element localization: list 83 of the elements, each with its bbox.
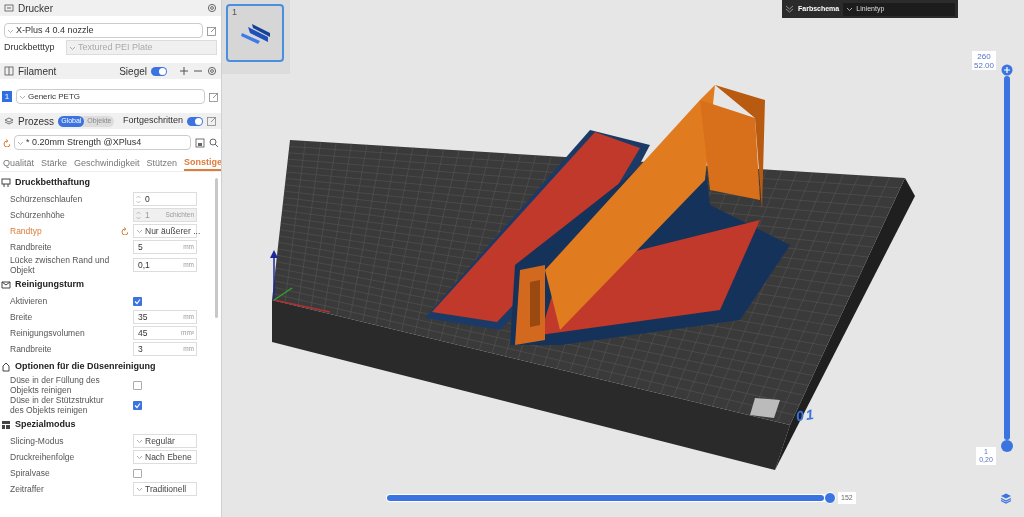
slider-handle[interactable]	[1001, 440, 1013, 452]
edit-icon[interactable]	[207, 25, 217, 36]
chevron-icon	[7, 27, 14, 34]
reset-icon[interactable]	[2, 138, 10, 147]
setting-label: Randbreite	[10, 242, 53, 252]
chevron-icon	[19, 93, 26, 100]
field-label: Druckbetttyp	[4, 40, 56, 54]
settings-icon[interactable]	[207, 3, 217, 13]
compare-icon[interactable]	[207, 116, 217, 126]
layer-label: 260 52.00	[972, 51, 996, 70]
setting-label: Randbreite	[10, 344, 53, 354]
setting-label: Druckreihenfolge	[10, 452, 76, 462]
section-title: Prozess	[18, 114, 55, 129]
chevron-icon	[136, 486, 143, 492]
parts-icon	[240, 23, 272, 45]
field-label: Fortgeschritten	[122, 114, 183, 128]
filament-dropdown[interactable]: Generic PETG	[16, 89, 205, 104]
save-icon[interactable]	[195, 137, 205, 148]
setting-label: Düse in der Stützstruktur des Objekts reinigen	[10, 395, 105, 415]
process-preset-dropdown[interactable]: * 0.20mm Strength @XPlus4	[14, 135, 191, 150]
search-icon[interactable]	[209, 137, 219, 148]
chevron-icon	[17, 139, 24, 146]
checkbox[interactable]	[133, 468, 142, 478]
setting-label: Spiralvase	[10, 468, 51, 478]
seal-toggle[interactable]	[151, 66, 167, 76]
slider-handle-icon[interactable]	[1001, 64, 1013, 76]
section-title: Drucker	[18, 1, 54, 16]
section-title: Filament	[18, 64, 58, 79]
printer-icon	[4, 3, 14, 13]
setting-label: Reinigungsvolumen	[10, 328, 86, 338]
dropdown[interactable]: Regulär	[133, 434, 197, 448]
filament-color-badge: 1	[2, 91, 12, 102]
reset-icon[interactable]	[120, 227, 128, 235]
collapse-icon[interactable]	[785, 5, 794, 13]
scrollbar[interactable]	[215, 178, 218, 318]
layer-slider[interactable]	[1004, 76, 1010, 440]
adhesion-icon	[1, 178, 11, 188]
field-label: Siegel	[119, 64, 147, 79]
setting-label: Zeitraffer	[10, 484, 45, 494]
checkbox[interactable]	[133, 400, 142, 410]
nozzle-icon	[1, 362, 11, 372]
section-title: Druckbetthaftung	[15, 176, 90, 190]
setting-label: Düse in der Füllung des Objekts reinigen	[10, 375, 101, 395]
dropdown[interactable]: Nach Ebene	[133, 450, 197, 464]
setting-label: Lücke zwischen Rand und Objekt	[10, 255, 111, 275]
slider-handle[interactable]	[824, 492, 836, 504]
move-slider[interactable]	[387, 495, 824, 501]
settings-icon[interactable]	[207, 66, 217, 76]
axes-drawing	[270, 250, 331, 313]
section-title: Spezialmodus	[15, 418, 76, 432]
layers-icon[interactable]	[1000, 492, 1012, 504]
plate-number-label: 01	[794, 404, 817, 427]
edit-icon[interactable]	[209, 91, 219, 102]
printer-preset-dropdown[interactable]: X-Plus 4 0.4 nozzle	[4, 23, 203, 38]
advanced-toggle[interactable]	[187, 116, 203, 126]
mode-icon	[1, 420, 11, 430]
chevron-icon	[136, 438, 143, 444]
setting-label: Aktivieren	[10, 296, 49, 306]
tower-icon	[1, 280, 11, 290]
plate-thumbnail[interactable]: 1	[226, 4, 284, 62]
setting-label: Schürzenhöhe	[10, 210, 66, 220]
setting-label: Slicing-Modus	[10, 436, 65, 446]
settings-tab[interactable]: Geschwindigkeit	[74, 156, 140, 171]
chevron-icon	[136, 228, 143, 234]
settings-tab[interactable]: Qualität	[3, 156, 35, 171]
add-icon[interactable]	[179, 66, 189, 76]
chevron-icon	[136, 454, 143, 460]
filament-icon	[4, 66, 14, 76]
checkbox[interactable]	[133, 296, 142, 306]
setting-label: Schürzenschlaufen	[10, 194, 84, 204]
chevron-icon	[69, 44, 76, 51]
process-icon	[4, 116, 14, 126]
settings-tab[interactable]: Stützen	[146, 156, 178, 171]
plate-number: 1	[232, 7, 237, 17]
setting-label: Breite	[10, 312, 34, 322]
checkbox[interactable]	[133, 380, 142, 390]
dropdown[interactable]: Traditionell	[133, 482, 197, 496]
chevron-icon	[846, 6, 854, 12]
number-field[interactable]: 0	[133, 192, 197, 206]
section-title: Reinigungsturm	[15, 278, 84, 292]
section-title: Optionen für die Düsenreinigung	[15, 360, 156, 374]
setting-label: Randtyp	[10, 226, 43, 236]
settings-tab[interactable]: Stärke	[41, 156, 68, 171]
